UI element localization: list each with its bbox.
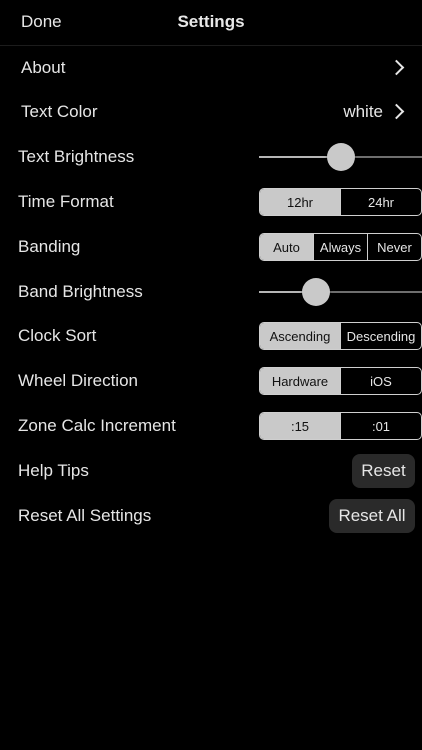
reset-all-settings-row: Reset All Settings Reset All bbox=[0, 494, 422, 538]
help-tips-row: Help Tips Reset bbox=[0, 449, 422, 493]
text-color-label: Text Color bbox=[21, 102, 98, 121]
text-brightness-slider[interactable] bbox=[259, 135, 422, 179]
segment-ascending[interactable]: Ascending bbox=[260, 323, 340, 349]
banding-label: Banding bbox=[18, 237, 81, 256]
band-brightness-row: Band Brightness bbox=[0, 270, 422, 314]
time-format-row: Time Format 12hr 24hr bbox=[0, 180, 422, 224]
slider-thumb[interactable] bbox=[302, 278, 330, 306]
banding-row: Banding Auto Always Never bbox=[0, 225, 422, 269]
reset-help-tips-button[interactable]: Reset bbox=[352, 454, 415, 488]
page-title: Settings bbox=[177, 12, 245, 31]
text-color-value: white bbox=[343, 102, 383, 121]
time-format-segmented-control[interactable]: 12hr 24hr bbox=[259, 188, 422, 216]
segment-hardware[interactable]: Hardware bbox=[260, 368, 340, 394]
zone-calc-increment-row: Zone Calc Increment :15 :01 bbox=[0, 404, 422, 448]
banding-segmented-control[interactable]: Auto Always Never bbox=[259, 233, 422, 261]
reset-all-settings-label: Reset All Settings bbox=[18, 506, 152, 525]
segment-never[interactable]: Never bbox=[367, 234, 421, 260]
clock-sort-segmented-control[interactable]: Ascending Descending bbox=[259, 322, 422, 350]
slider-thumb[interactable] bbox=[327, 143, 355, 171]
wheel-direction-row: Wheel Direction Hardware iOS bbox=[0, 359, 422, 403]
segment-ios[interactable]: iOS bbox=[340, 368, 421, 394]
segment-always[interactable]: Always bbox=[313, 234, 367, 260]
text-brightness-label: Text Brightness bbox=[18, 147, 135, 166]
clock-sort-label: Clock Sort bbox=[18, 326, 97, 345]
band-brightness-slider[interactable] bbox=[259, 270, 422, 314]
segment-01[interactable]: :01 bbox=[340, 413, 421, 439]
about-row[interactable]: About bbox=[0, 46, 422, 90]
band-brightness-label: Band Brightness bbox=[18, 282, 143, 301]
chevron-right-icon bbox=[388, 59, 405, 76]
clock-sort-row: Clock Sort Ascending Descending bbox=[0, 314, 422, 358]
time-format-label: Time Format bbox=[18, 192, 114, 211]
wheel-direction-label: Wheel Direction bbox=[18, 371, 138, 390]
help-tips-label: Help Tips bbox=[18, 461, 89, 480]
segment-auto[interactable]: Auto bbox=[260, 234, 313, 260]
zone-calc-increment-label: Zone Calc Increment bbox=[18, 416, 176, 435]
segment-15[interactable]: :15 bbox=[260, 413, 340, 439]
text-brightness-row: Text Brightness bbox=[0, 135, 422, 179]
segment-descending[interactable]: Descending bbox=[340, 323, 421, 349]
wheel-direction-segmented-control[interactable]: Hardware iOS bbox=[259, 367, 422, 395]
navigation-bar: Done Settings bbox=[0, 0, 422, 46]
segment-12hr[interactable]: 12hr bbox=[260, 189, 340, 215]
reset-all-button[interactable]: Reset All bbox=[329, 499, 415, 533]
zone-calc-segmented-control[interactable]: :15 :01 bbox=[259, 412, 422, 440]
text-color-row[interactable]: Text Color white bbox=[0, 90, 422, 134]
chevron-right-icon bbox=[388, 103, 405, 120]
about-label: About bbox=[21, 58, 66, 77]
segment-24hr[interactable]: 24hr bbox=[340, 189, 421, 215]
